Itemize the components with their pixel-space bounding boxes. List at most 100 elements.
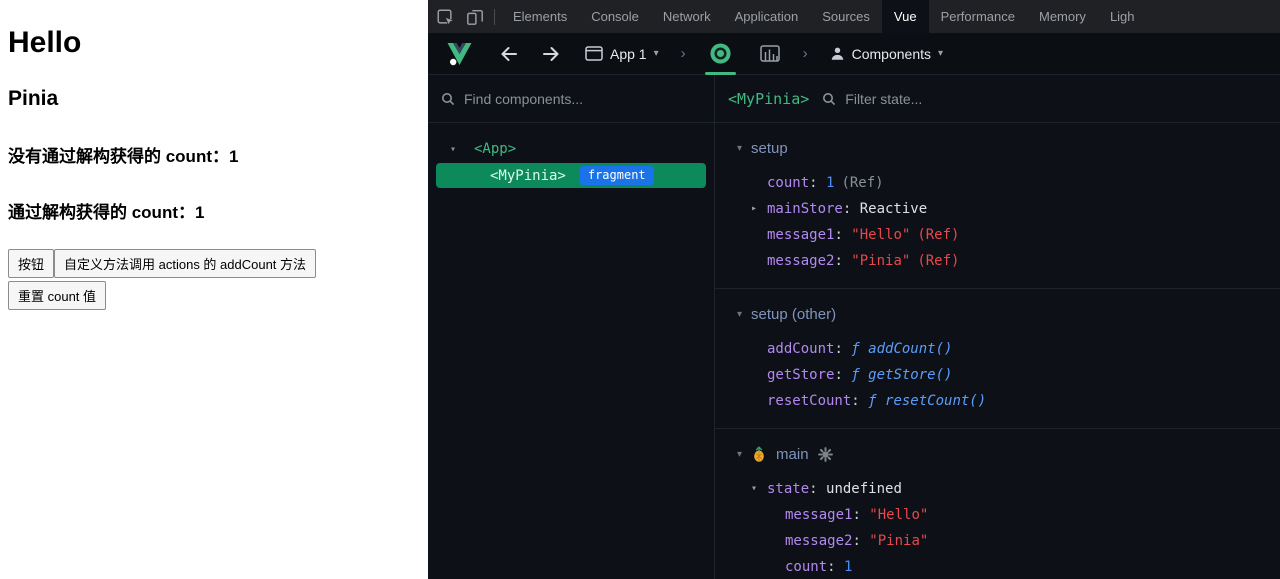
component-tree-item-app[interactable]: ▾ <App> [428, 136, 714, 162]
button-row-2: 重置 count 值 [8, 281, 420, 310]
state-key: message2 [767, 253, 834, 269]
component-tree-panel: ▾ <App> <MyPinia> fragment [428, 75, 715, 579]
back-arrow-icon[interactable] [495, 45, 523, 63]
ref-tag: (Ref) [917, 227, 959, 243]
inspector-selector-label: Components [852, 46, 931, 62]
page-subtitle: Pinia [8, 87, 420, 111]
chevron-down-icon[interactable]: ▾ [450, 144, 456, 155]
state-value: ƒ addCount() [851, 341, 952, 357]
colon: : [809, 481, 826, 497]
chevron-down-icon: ▾ [938, 48, 943, 59]
colon: : [834, 367, 851, 383]
ref-tag: (Ref) [917, 253, 959, 269]
state-section-title: setup (other) [751, 306, 836, 323]
state-entry-resetCount[interactable]: resetCount: ƒ resetCount() [715, 388, 1280, 414]
devtools-tab-ligh[interactable]: Ligh [1098, 0, 1147, 33]
chevron-down-icon[interactable]: ▾ [751, 476, 757, 502]
ref-tag: (Ref) [841, 175, 883, 191]
state-key: count [785, 559, 827, 575]
inspector-selector[interactable]: Components ▾ [824, 46, 949, 62]
state-section-header[interactable]: ▾main [715, 441, 1280, 467]
state-section-header[interactable]: ▾ setup [715, 135, 1280, 161]
devtools-tab-application[interactable]: Application [723, 0, 811, 33]
chevron-down-icon: ▾ [654, 48, 659, 59]
devtools-tab-performance[interactable]: Performance [929, 0, 1027, 33]
filter-state-input[interactable] [845, 91, 1267, 107]
component-tree: ▾ <App> <MyPinia> fragment [428, 123, 714, 579]
colon: : [834, 227, 851, 243]
gear-icon[interactable] [818, 447, 833, 462]
chevron-down-icon[interactable]: ▾ [737, 449, 742, 460]
state-value: undefined [826, 481, 902, 497]
devtools-tab-elements[interactable]: Elements [501, 0, 579, 33]
devtools-tabs: ElementsConsoleNetworkApplicationSources… [501, 0, 1147, 33]
devtools-tab-vue[interactable]: Vue [882, 0, 929, 33]
state-value: "Hello" [869, 507, 928, 523]
toolbar-separator [494, 9, 495, 25]
state-entry-message2[interactable]: message2: "Pinia" (Ref) [715, 248, 1280, 274]
component-tag: <MyPinia> [490, 168, 566, 184]
state-key: message1 [767, 227, 834, 243]
window-icon [585, 46, 603, 61]
button-reset-count[interactable]: 重置 count 值 [8, 281, 106, 310]
fragment-badge: fragment [580, 166, 654, 185]
colon: : [851, 393, 868, 409]
forward-arrow-icon[interactable] [537, 45, 565, 63]
search-icon [441, 92, 455, 106]
devtools-tab-network[interactable]: Network [651, 0, 723, 33]
state-entry-addCount[interactable]: addCount: ƒ addCount() [715, 336, 1280, 362]
inspector-tab[interactable] [702, 33, 739, 75]
devtools-tab-console[interactable]: Console [579, 0, 651, 33]
colon: : [852, 507, 869, 523]
state-entry-getStore[interactable]: getStore: ƒ getStore() [715, 362, 1280, 388]
state-entry-state[interactable]: ▾state: undefined [715, 476, 1280, 502]
component-tree-item-mypinia[interactable]: <MyPinia> fragment [436, 163, 706, 188]
state-section-header[interactable]: ▾ setup (other) [715, 301, 1280, 327]
find-components-input[interactable] [464, 91, 701, 107]
count-line-2: 通过解构获得的 count：1 [8, 198, 420, 223]
state-key: getStore [767, 367, 834, 383]
colon: : [834, 253, 851, 269]
state-value: ƒ getStore() [851, 367, 952, 383]
button-anniu[interactable]: 按钮 [8, 249, 54, 278]
chevron-right-icon: › [801, 45, 810, 62]
state-key: addCount [767, 341, 834, 357]
state-key: message1 [785, 507, 852, 523]
app-selector[interactable]: App 1 ▾ [579, 46, 665, 62]
component-tag: <App> [474, 141, 516, 157]
pineapple-icon [751, 446, 767, 463]
state-panel: <MyPinia> ▾setupcount: 1(Ref)▸mainStore:… [715, 75, 1280, 579]
state-entry-mainStore[interactable]: ▸mainStore: Reactive [715, 196, 1280, 222]
devtools-window: ElementsConsoleNetworkApplicationSources… [428, 0, 1280, 579]
state-entry-message1[interactable]: message1: "Hello" [715, 502, 1280, 528]
state-value: "Hello" [851, 227, 910, 243]
count-line-1: 没有通过解构获得的 count：1 [8, 142, 420, 167]
state-value: "Pinia" [851, 253, 910, 269]
colon: : [852, 533, 869, 549]
devtools-tab-memory[interactable]: Memory [1027, 0, 1098, 33]
state-entry-count[interactable]: count: 1(Ref) [715, 170, 1280, 196]
web-page: Hello Pinia 没有通过解构获得的 count：1 通过解构获得的 co… [0, 0, 428, 579]
state-entry-message2[interactable]: message2: "Pinia" [715, 528, 1280, 554]
state-section-main: ▾main▾state: undefinedmessage1: "Hello"m… [715, 429, 1280, 579]
chevron-down-icon[interactable]: ▾ [737, 143, 742, 154]
device-toolbar-icon[interactable] [461, 4, 489, 30]
state-section-setup-other-: ▾setup (other)addCount: ƒ addCount()getS… [715, 289, 1280, 429]
devtools-tabbar: ElementsConsoleNetworkApplicationSources… [428, 0, 1280, 33]
app-selector-label: App 1 [610, 46, 647, 62]
devtools-tab-sources[interactable]: Sources [810, 0, 882, 33]
state-value: Reactive [860, 201, 927, 217]
state-value: "Pinia" [869, 533, 928, 549]
state-entry-message1[interactable]: message1: "Hello" (Ref) [715, 222, 1280, 248]
devtools-panels: ▾ <App> <MyPinia> fragment <MyPinia> ▾ setup… [428, 75, 1280, 579]
state-section-title: setup [751, 140, 788, 157]
chevron-down-icon[interactable]: ▾ [737, 309, 742, 320]
timeline-tab[interactable] [753, 33, 787, 75]
state-entry-count[interactable]: count: 1 [715, 554, 1280, 579]
state-key: mainStore [767, 201, 843, 217]
chevron-right-icon[interactable]: ▸ [751, 196, 757, 222]
colon: : [827, 559, 844, 575]
button-addcount-action[interactable]: 自定义方法调用 actions 的 addCount 方法 [54, 249, 316, 278]
state-value: 1 [844, 559, 852, 575]
inspect-element-icon[interactable] [431, 4, 459, 30]
